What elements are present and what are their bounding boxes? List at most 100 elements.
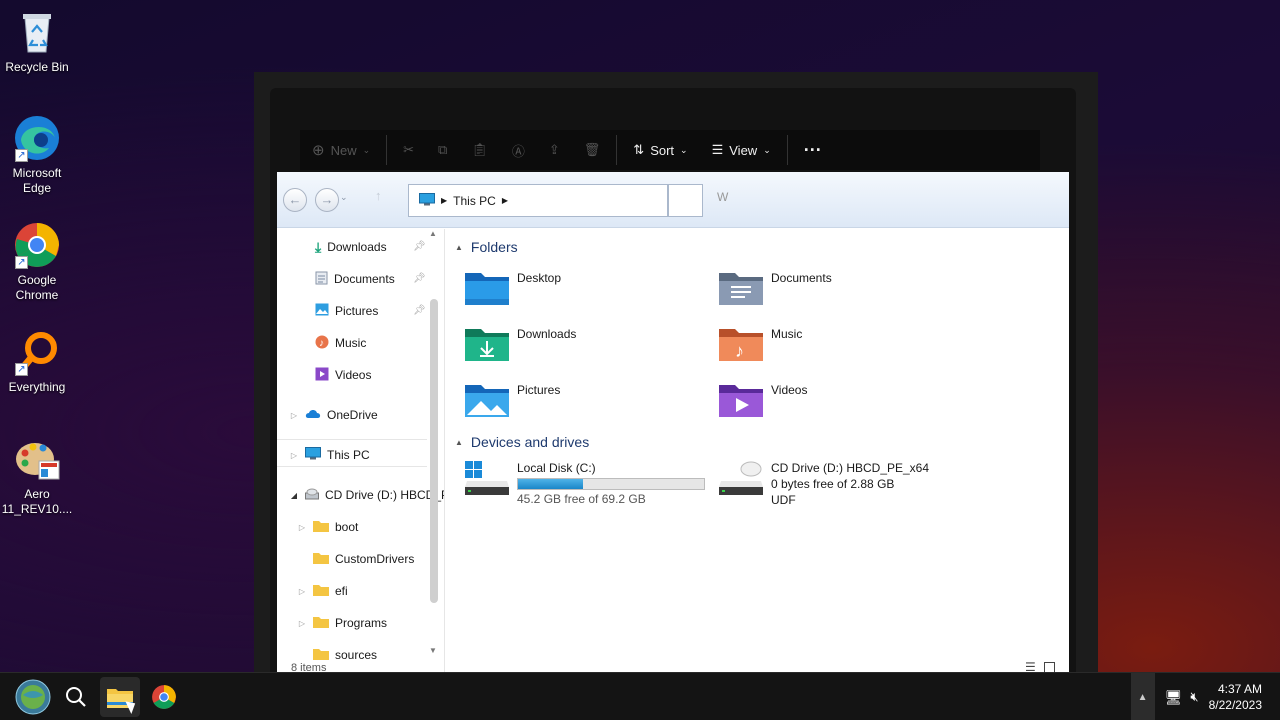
nav-item-this-pc[interactable]: ▷ This PC — [289, 443, 370, 467]
nav-scrollbar[interactable]: ▲ ▼ — [427, 229, 440, 659]
folder-icon — [313, 615, 329, 631]
system-tray: ▲ 🖥︎ 🔇︎ 4:37 AM 8/22/2023 — [1130, 673, 1280, 720]
svg-text:♪: ♪ — [735, 341, 744, 361]
drive-filesystem: UDF — [771, 493, 796, 507]
view-button-label: View — [729, 142, 758, 158]
folder-tile-videos[interactable]: Videos — [719, 381, 807, 419]
folder-tile-desktop[interactable]: Desktop — [465, 269, 561, 307]
share-icon: ⇪ — [548, 142, 560, 157]
nav-item-programs[interactable]: ▷ Programs — [297, 611, 387, 635]
network-icon[interactable]: 🖥︎ — [1165, 689, 1183, 706]
chrome-icon — [152, 685, 176, 709]
folder-label: Downloads — [517, 327, 577, 341]
nav-item-label: Videos — [335, 368, 372, 382]
back-button[interactable]: ← — [283, 188, 307, 212]
view-button[interactable]: ☰ View ⌄ — [700, 134, 783, 166]
sort-button[interactable]: ⇅ Sort ⌄ — [621, 134, 699, 166]
desktop-icon-edge[interactable]: ↗ Microsoft Edge — [0, 114, 74, 196]
taskbar-chrome[interactable] — [144, 677, 184, 717]
mouse-cursor-icon — [125, 697, 139, 715]
more-options-button[interactable]: ··· — [792, 134, 834, 166]
everything-search-icon: ↗ — [13, 328, 61, 376]
folder-label: Pictures — [517, 383, 561, 397]
cd-drive-icon — [305, 488, 319, 503]
expand-arrow-icon[interactable]: ▷ — [297, 523, 307, 532]
tiles-view-icon[interactable] — [1043, 662, 1055, 672]
pin-icon: 📌︎ — [413, 241, 426, 252]
address-dropdown[interactable] — [668, 184, 703, 217]
clock-time: 4:37 AM — [1217, 682, 1262, 696]
download-icon: ⤓ — [315, 238, 322, 255]
share-button[interactable]: ⇪ — [537, 134, 572, 166]
nav-item-downloads[interactable]: ⤓ Downloads — [315, 235, 387, 259]
chevron-right-icon: ▶ — [501, 196, 508, 205]
rename-button[interactable]: Ⓐ — [500, 134, 537, 166]
scrollbar-thumb[interactable] — [430, 299, 438, 603]
drive-tile-cd-drive[interactable]: CD Drive (D:) HBCD_PE_x64 0 bytes free o… — [719, 461, 929, 507]
nav-item-videos[interactable]: Videos — [315, 363, 371, 387]
nav-item-label: Documents — [334, 272, 395, 286]
desktop-icon-recycle-bin[interactable]: Recycle Bin — [0, 8, 74, 75]
divider — [616, 135, 618, 165]
desktop-icon-everything[interactable]: ↗ Everything — [0, 328, 74, 395]
show-hidden-icons-button[interactable]: ▲ — [1130, 673, 1155, 720]
expand-arrow-icon[interactable]: ▷ — [289, 411, 299, 420]
nav-item-efi[interactable]: ▷ efi — [297, 579, 348, 603]
search-input[interactable]: W — [717, 190, 728, 204]
paste-button[interactable]: 📋︎ — [459, 134, 500, 166]
address-bar[interactable]: ▶ This PC ▶ — [408, 184, 668, 217]
music-folder-icon: ♪ — [719, 325, 763, 363]
expand-arrow-icon[interactable]: ▷ — [297, 619, 307, 628]
folder-tile-music[interactable]: ♪ Music — [719, 325, 802, 363]
nav-item-label: Programs — [335, 616, 388, 630]
view-toggle-group: ☰ — [1025, 660, 1055, 672]
recent-locations-dropdown[interactable]: ⌄ — [340, 192, 348, 203]
copy-button[interactable]: ⧉ — [426, 134, 459, 166]
status-bar-item-count: 8 items — [291, 662, 327, 672]
folder-icon — [313, 583, 329, 599]
nav-item-onedrive[interactable]: ▷ OneDrive — [289, 403, 378, 427]
drive-free-space: 45.2 GB free of 69.2 GB — [517, 492, 646, 506]
cut-button[interactable]: ✂ — [391, 134, 426, 166]
scroll-up-icon[interactable]: ▲ — [429, 229, 437, 238]
delete-button[interactable]: 🗑︎ — [572, 134, 613, 166]
documents-folder-icon — [719, 269, 763, 307]
collapse-arrow-icon[interactable]: ◢ — [289, 491, 299, 500]
nav-item-pictures[interactable]: Pictures — [315, 299, 378, 323]
folder-tile-downloads[interactable]: Downloads — [465, 325, 576, 363]
expand-arrow-icon[interactable]: ▷ — [289, 451, 299, 460]
nav-item-cd-drive[interactable]: ◢ CD Drive (D:) HBCD_PE_x64 — [289, 483, 444, 507]
nav-item-boot[interactable]: ▷ boot — [297, 515, 358, 539]
taskbar-file-explorer[interactable] — [100, 677, 140, 717]
search-button[interactable] — [56, 677, 96, 717]
drive-tile-local-disk[interactable]: Local Disk (C:) 45.2 GB free of 69.2 GB — [465, 461, 705, 506]
volume-muted-icon[interactable]: 🔇︎ — [1190, 689, 1198, 705]
command-bar: ⊕ New ⌄ ✂ ⧉ 📋︎ Ⓐ ⇪ 🗑︎ ⇅ Sort ⌄ ☰ View ⌄ … — [300, 130, 1040, 170]
desktop-icon-chrome[interactable]: ↗ Google Chrome — [0, 221, 74, 303]
details-view-icon[interactable]: ☰ — [1025, 660, 1036, 672]
nav-item-documents[interactable]: Documents — [315, 267, 395, 291]
desktop-icon-aero[interactable]: Aero 11_REV10.... — [0, 435, 74, 517]
videos-icon — [315, 367, 329, 384]
up-button[interactable]: ↑ — [375, 188, 382, 203]
folder-tile-pictures[interactable]: Pictures — [465, 381, 560, 419]
plus-circle-icon: ⊕ — [312, 142, 325, 159]
scroll-down-icon[interactable]: ▼ — [429, 646, 437, 655]
scissors-icon: ✂ — [403, 142, 415, 157]
nav-item-customdrivers[interactable]: CustomDrivers — [297, 547, 414, 571]
expand-arrow-icon[interactable]: ▷ — [297, 587, 307, 596]
new-button[interactable]: ⊕ New ⌄ — [300, 134, 382, 166]
pin-icon: 📌︎ — [413, 273, 426, 284]
group-header-devices[interactable]: ▲ Devices and drives — [455, 434, 589, 450]
group-header-folders[interactable]: ▲ Folders — [455, 239, 518, 255]
folder-tile-documents[interactable]: Documents — [719, 269, 832, 307]
clock[interactable]: 4:37 AM 8/22/2023 — [1199, 681, 1280, 713]
drive-usage-fill — [518, 479, 584, 489]
start-button[interactable] — [13, 677, 53, 717]
shortcut-arrow-icon: ↗ — [15, 256, 28, 269]
drive-label: Local Disk (C:) — [517, 461, 596, 475]
rename-icon: Ⓐ — [511, 143, 525, 159]
nav-item-music[interactable]: ♪ Music — [315, 331, 366, 355]
breadcrumb-this-pc[interactable]: This PC — [453, 194, 496, 208]
forward-button[interactable]: → — [315, 188, 339, 212]
